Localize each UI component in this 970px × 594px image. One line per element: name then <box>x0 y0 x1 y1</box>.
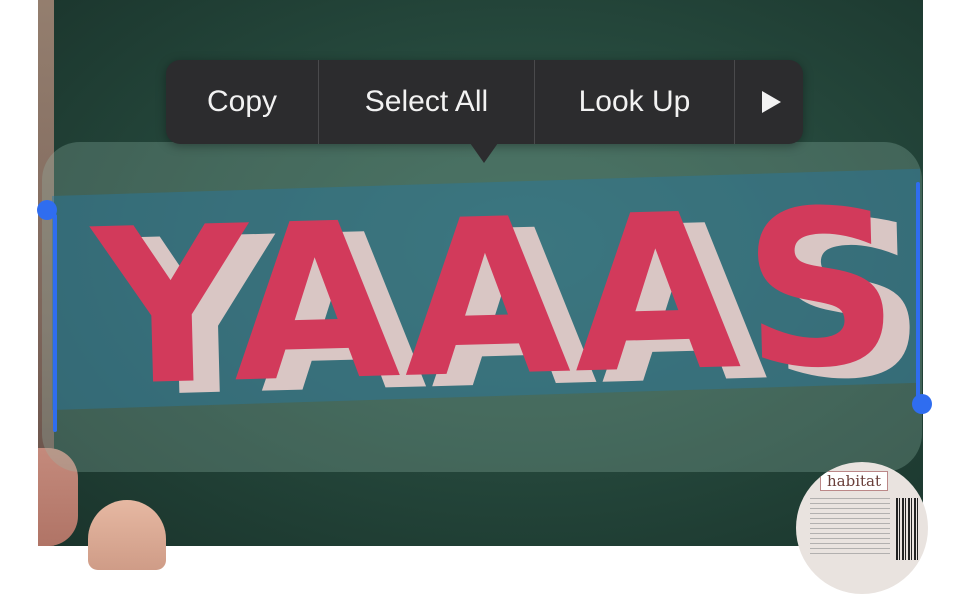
thumb <box>88 500 166 570</box>
copy-button[interactable]: Copy <box>166 60 319 144</box>
more-options-button[interactable] <box>735 60 803 144</box>
sticker-brand-logo: habitat <box>820 471 889 491</box>
selection-handle-start-bar[interactable] <box>53 214 57 432</box>
callout-pointer <box>470 143 498 163</box>
recognized-text-letters: YAAAS <box>90 161 906 434</box>
barcode-icon <box>896 498 918 560</box>
look-up-button[interactable]: Look Up <box>535 60 735 144</box>
select-all-button[interactable]: Select All <box>319 60 535 144</box>
selection-handle-end-bar[interactable] <box>916 182 920 404</box>
product-sticker: habitat <box>796 462 928 594</box>
sticker-fine-print <box>810 498 890 558</box>
recognized-text[interactable]: YAAAS YAAAS <box>90 161 956 445</box>
edit-callout-menu: Copy Select All Look Up <box>166 60 803 144</box>
selection-handle-start-knob[interactable] <box>37 200 57 220</box>
selection-handle-end-knob[interactable] <box>912 394 932 414</box>
play-triangle-icon <box>761 91 781 113</box>
